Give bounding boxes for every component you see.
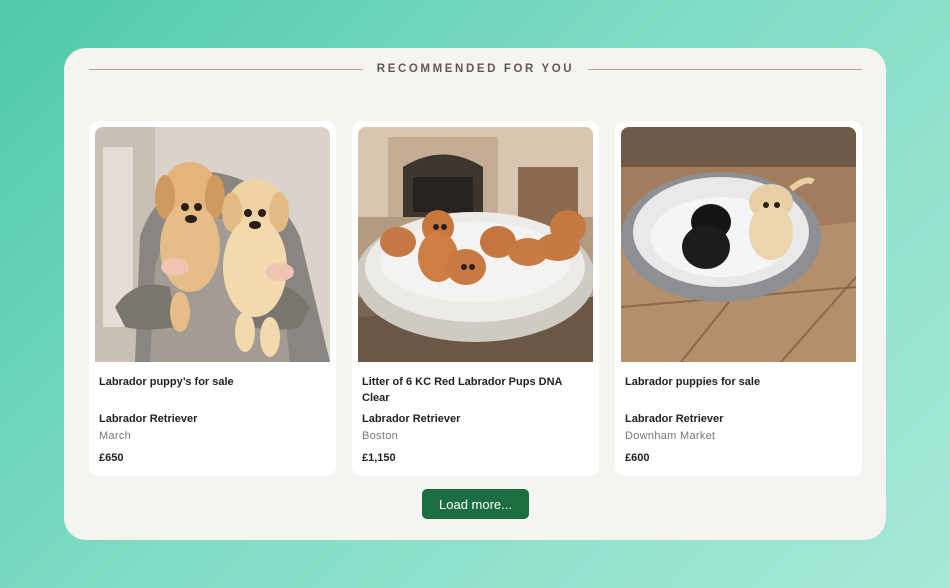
listing-price: £1,150 xyxy=(362,452,396,464)
listing-title[interactable]: Labrador puppies for sale xyxy=(625,374,847,390)
section-header: RECOMMENDED FOR YOU xyxy=(89,62,863,76)
listing-card[interactable]: Labrador puppy’s for sale Labrador Retri… xyxy=(89,121,336,476)
listing-breed: Labrador Retriever xyxy=(625,413,724,425)
red-labrador-litter-photo xyxy=(358,127,593,362)
listing-breed: Labrador Retriever xyxy=(99,413,198,425)
listing-photo[interactable] xyxy=(621,127,856,362)
listing-photo[interactable] xyxy=(358,127,593,362)
section-heading: RECOMMENDED FOR YOU xyxy=(376,63,575,75)
listing-card[interactable]: Labrador puppies for sale Labrador Retri… xyxy=(615,121,862,476)
listing-title[interactable]: Labrador puppy’s for sale xyxy=(99,374,321,390)
listing-card[interactable]: Litter of 6 KC Red Labrador Pups DNA Cle… xyxy=(352,121,599,476)
listing-location: Downham Market xyxy=(625,430,716,442)
two-yellow-labrador-puppies-photo xyxy=(95,127,330,362)
recommended-panel: RECOMMENDED FOR YOU Labrador puppy’s for… xyxy=(64,48,886,540)
listing-location: March xyxy=(99,430,132,442)
divider-right xyxy=(588,68,863,70)
listing-breed: Labrador Retriever xyxy=(362,413,461,425)
listing-photo[interactable] xyxy=(95,127,330,362)
black-and-yellow-labrador-puppies-photo xyxy=(621,127,856,362)
load-more-button[interactable]: Load more... xyxy=(422,489,529,519)
listing-title[interactable]: Litter of 6 KC Red Labrador Pups DNA Cle… xyxy=(362,374,584,406)
listing-location: Boston xyxy=(362,430,399,442)
divider-left xyxy=(89,68,363,70)
listing-price: £600 xyxy=(625,452,650,464)
listing-price: £650 xyxy=(99,452,124,464)
